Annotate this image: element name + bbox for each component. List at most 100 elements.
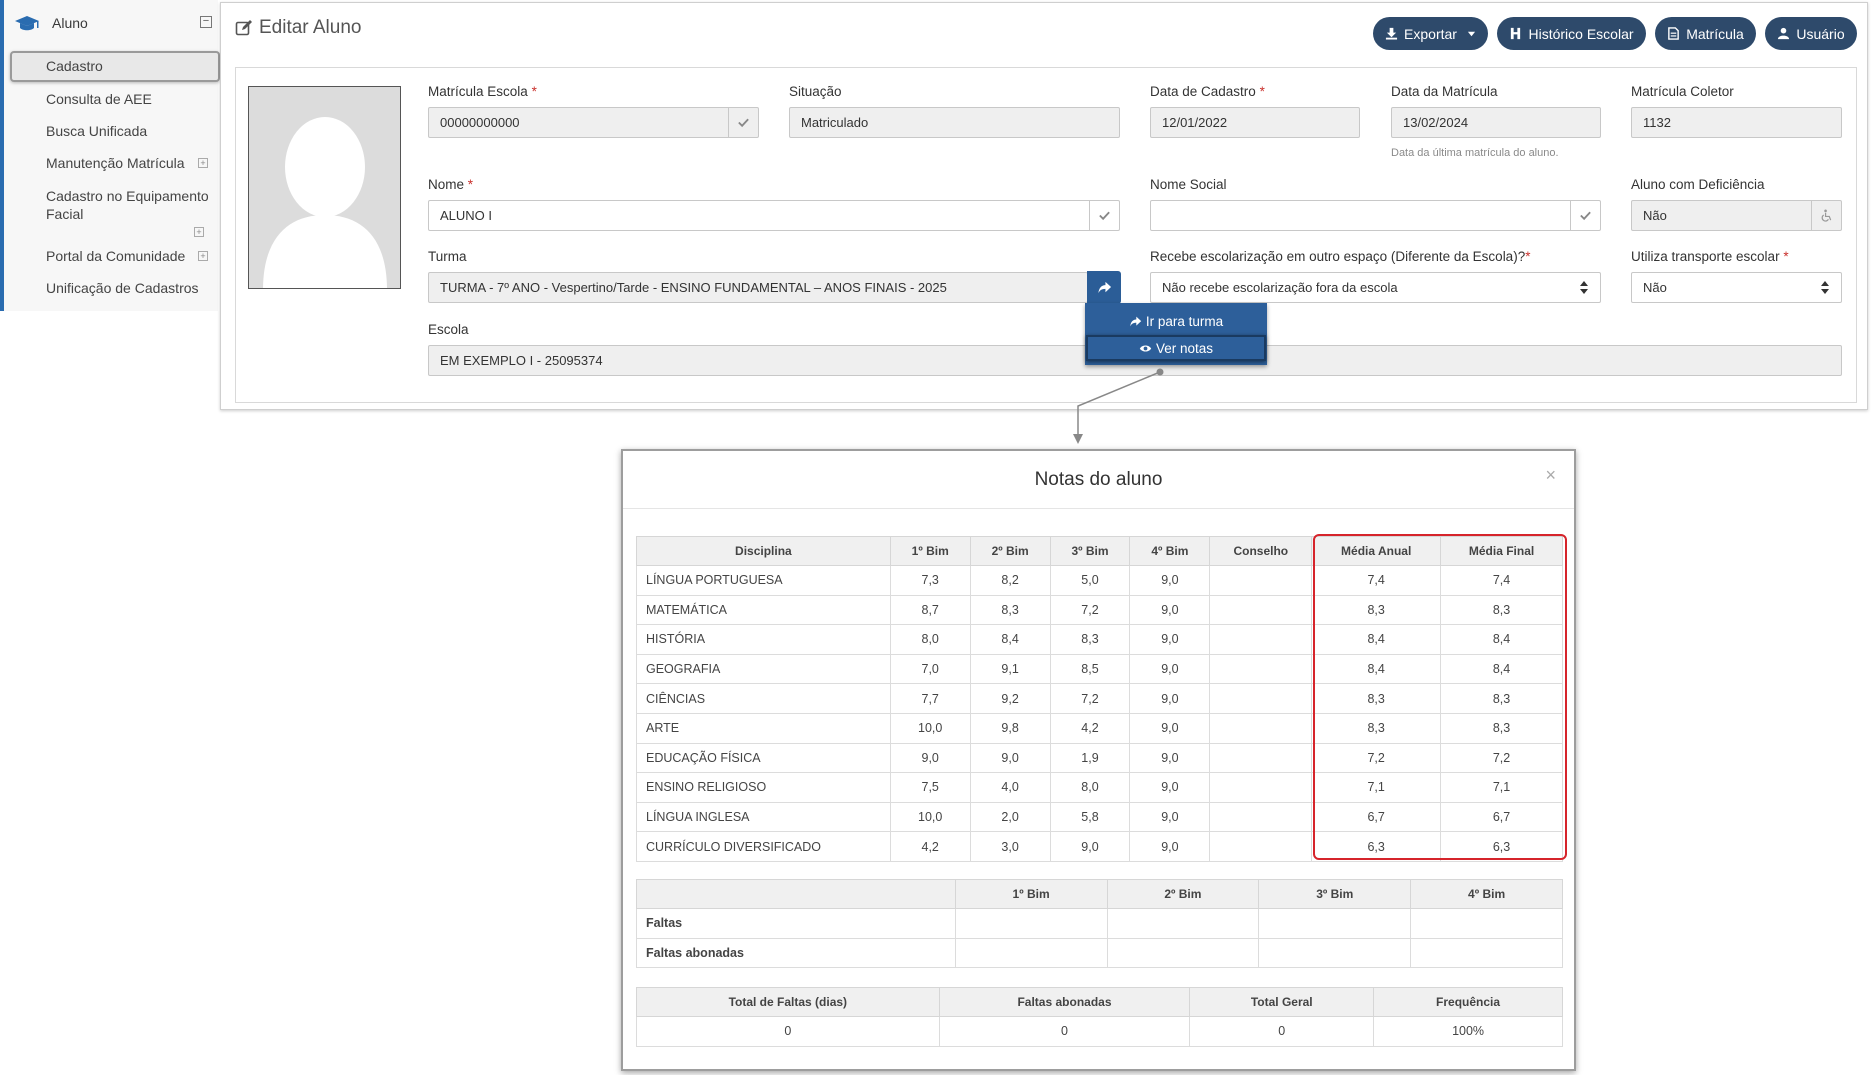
grade-cell: 7,2 bbox=[1049, 594, 1131, 626]
sidebar-item-consulta-aee[interactable]: Consulta de AEE bbox=[8, 91, 218, 107]
totals-table: Total de Faltas (dias) Faltas abonadas Tot… bbox=[636, 987, 1563, 1047]
grade-cell: 8,4 bbox=[1311, 653, 1442, 685]
grade-cell: 4,2 bbox=[1049, 712, 1131, 744]
column-header bbox=[636, 879, 956, 909]
historico-escolar-button[interactable]: Histórico Escolar bbox=[1497, 17, 1646, 50]
sidebar-item-cadastro[interactable]: Cadastro bbox=[10, 51, 220, 82]
grade-cell: 8,0 bbox=[1049, 772, 1131, 803]
column-header: Média Anual bbox=[1311, 536, 1442, 566]
check-icon bbox=[728, 108, 758, 137]
turma-label: Turma bbox=[428, 249, 467, 264]
escolarizacao-select[interactable]: Não recebe escolarização fora da escola bbox=[1150, 272, 1601, 303]
student-photo[interactable] bbox=[248, 86, 401, 289]
matricula-button-label: Matrícula bbox=[1686, 25, 1744, 42]
table-row: ARTE 10,0 9,8 4,2 9,0 8,3 8,3 bbox=[636, 712, 1563, 744]
sidebar: Aluno − Cadastro Consulta de AEE Busca U… bbox=[0, 0, 220, 311]
grade-cell: 9,1 bbox=[969, 653, 1051, 685]
transporte-select[interactable]: Não bbox=[1631, 272, 1842, 303]
grade-cell: 8,5 bbox=[1049, 653, 1131, 685]
grade-cell: 7,2 bbox=[1049, 683, 1131, 714]
h-icon bbox=[1511, 27, 1521, 40]
data-cadastro-field[interactable]: 12/01/2022 bbox=[1150, 107, 1360, 138]
sidebar-item-label: Portal da Comunidade bbox=[46, 248, 186, 264]
menu-item-ir-para-turma[interactable]: Ir para turma bbox=[1085, 309, 1267, 334]
column-header: 2º Bim bbox=[969, 536, 1051, 566]
grade-cell: 5,8 bbox=[1049, 801, 1131, 833]
matricula-button[interactable]: Matrícula bbox=[1655, 17, 1756, 50]
expand-icon[interactable]: + bbox=[198, 251, 208, 261]
table-row: Faltas abonadas bbox=[636, 937, 1563, 969]
row-label: Faltas bbox=[636, 908, 956, 939]
nome-field[interactable]: ALUNO I bbox=[428, 200, 1120, 231]
nome-label: Nome * bbox=[428, 177, 474, 192]
row-label: Faltas abonadas bbox=[636, 937, 956, 969]
column-header: 3º Bim bbox=[1049, 536, 1131, 566]
grade-cell: 10,0 bbox=[889, 712, 971, 744]
grade-cell: 9,0 bbox=[1129, 742, 1211, 774]
column-header: Total Geral bbox=[1189, 987, 1375, 1017]
matricula-coletor-field[interactable]: 1132 bbox=[1631, 107, 1842, 138]
column-header: Média Final bbox=[1440, 536, 1563, 566]
grade-cell bbox=[1209, 712, 1313, 744]
grade-cell: 8,3 bbox=[1311, 683, 1442, 714]
check-icon bbox=[1570, 201, 1600, 230]
table-row: CURRÍCULO DIVERSIFICADO 4,2 3,0 9,0 9,0 6,3 6,… bbox=[636, 831, 1563, 862]
nome-social-field[interactable] bbox=[1150, 200, 1601, 231]
situacao-label: Situação bbox=[789, 84, 842, 99]
sidebar-item-label: Cadastro bbox=[46, 58, 103, 74]
grade-cell: 9,0 bbox=[1129, 624, 1211, 655]
export-button[interactable]: Exportar bbox=[1373, 17, 1488, 50]
sidebar-item-manutencao-matricula[interactable]: Manutenção Matrícula + bbox=[8, 155, 218, 171]
deficiencia-field[interactable]: Não bbox=[1631, 200, 1842, 231]
subject-cell: EDUCAÇÃO FÍSICA bbox=[636, 742, 891, 774]
table-row: ENSINO RELIGIOSO 7,5 4,0 8,0 9,0 7,1 7,1 bbox=[636, 772, 1563, 803]
grade-cell: 6,3 bbox=[1440, 831, 1563, 862]
absence-cell bbox=[1258, 937, 1412, 969]
grade-cell: 8,2 bbox=[969, 565, 1051, 596]
caret-down-icon bbox=[1467, 31, 1476, 37]
grade-cell: 9,0 bbox=[1129, 653, 1211, 685]
grade-cell: 8,4 bbox=[1440, 653, 1563, 685]
sidebar-item-unificacao-cadastros[interactable]: Unificação de Cadastros bbox=[8, 280, 218, 296]
transporte-label: Utiliza transporte escolar * bbox=[1631, 249, 1789, 264]
column-header: 4º Bim bbox=[1410, 879, 1563, 909]
sidebar-item-equipamento-facial[interactable]: Cadastro no Equipamento Facial + bbox=[8, 187, 214, 237]
totals-header-row: Total de Faltas (dias) Faltas abonadas Tot… bbox=[636, 987, 1563, 1017]
subject-cell: MATEMÁTICA bbox=[636, 594, 891, 626]
sidebar-section-label: Aluno bbox=[52, 15, 88, 31]
data-matricula-field[interactable]: 13/02/2024 bbox=[1391, 107, 1601, 138]
download-icon bbox=[1385, 27, 1398, 40]
expand-icon[interactable]: + bbox=[194, 227, 204, 237]
usuario-button[interactable]: Usuário bbox=[1765, 17, 1857, 50]
sidebar-item-portal-comunidade[interactable]: Portal da Comunidade + bbox=[8, 248, 218, 264]
menu-item-ver-notas[interactable]: Ver notas bbox=[1086, 335, 1266, 361]
sidebar-section-aluno[interactable]: Aluno − bbox=[8, 8, 218, 38]
grade-cell: 9,0 bbox=[1129, 712, 1211, 744]
grade-cell: 6,3 bbox=[1311, 831, 1442, 862]
grade-cell: 6,7 bbox=[1440, 801, 1563, 833]
grade-cell: 8,3 bbox=[1311, 712, 1442, 744]
grade-cell: 8,4 bbox=[969, 624, 1051, 655]
expand-icon[interactable]: + bbox=[198, 158, 208, 168]
turma-actions-button[interactable] bbox=[1087, 271, 1121, 304]
grades-table: Disciplina 1º Bim 2º Bim 3º Bim 4º Bim Consel… bbox=[636, 536, 1563, 862]
turma-field[interactable]: TURMA - 7º ANO - Vespertino/Tarde - ENSI… bbox=[428, 272, 1088, 303]
grade-cell: 7,2 bbox=[1440, 742, 1563, 774]
grade-cell: 8,4 bbox=[1440, 624, 1563, 655]
grade-cell bbox=[1209, 831, 1313, 862]
avatar-placeholder-icon bbox=[263, 117, 387, 288]
grade-cell: 9,0 bbox=[969, 742, 1051, 774]
escola-label: Escola bbox=[428, 322, 469, 337]
sidebar-item-busca-unificada[interactable]: Busca Unificada bbox=[8, 123, 218, 139]
export-button-label: Exportar bbox=[1404, 25, 1457, 42]
situacao-field[interactable]: Matriculado bbox=[789, 107, 1120, 138]
share-arrow-icon bbox=[1097, 281, 1111, 294]
grade-cell: 9,0 bbox=[1129, 594, 1211, 626]
matricula-escola-field[interactable]: 00000000000 bbox=[428, 107, 759, 138]
subject-cell: ARTE bbox=[636, 712, 891, 744]
usuario-button-label: Usuário bbox=[1796, 25, 1845, 42]
collapse-icon[interactable]: − bbox=[200, 16, 212, 28]
grade-cell: 7,7 bbox=[889, 683, 971, 714]
column-header: Total de Faltas (dias) bbox=[636, 987, 940, 1017]
close-icon[interactable]: × bbox=[1545, 465, 1556, 486]
